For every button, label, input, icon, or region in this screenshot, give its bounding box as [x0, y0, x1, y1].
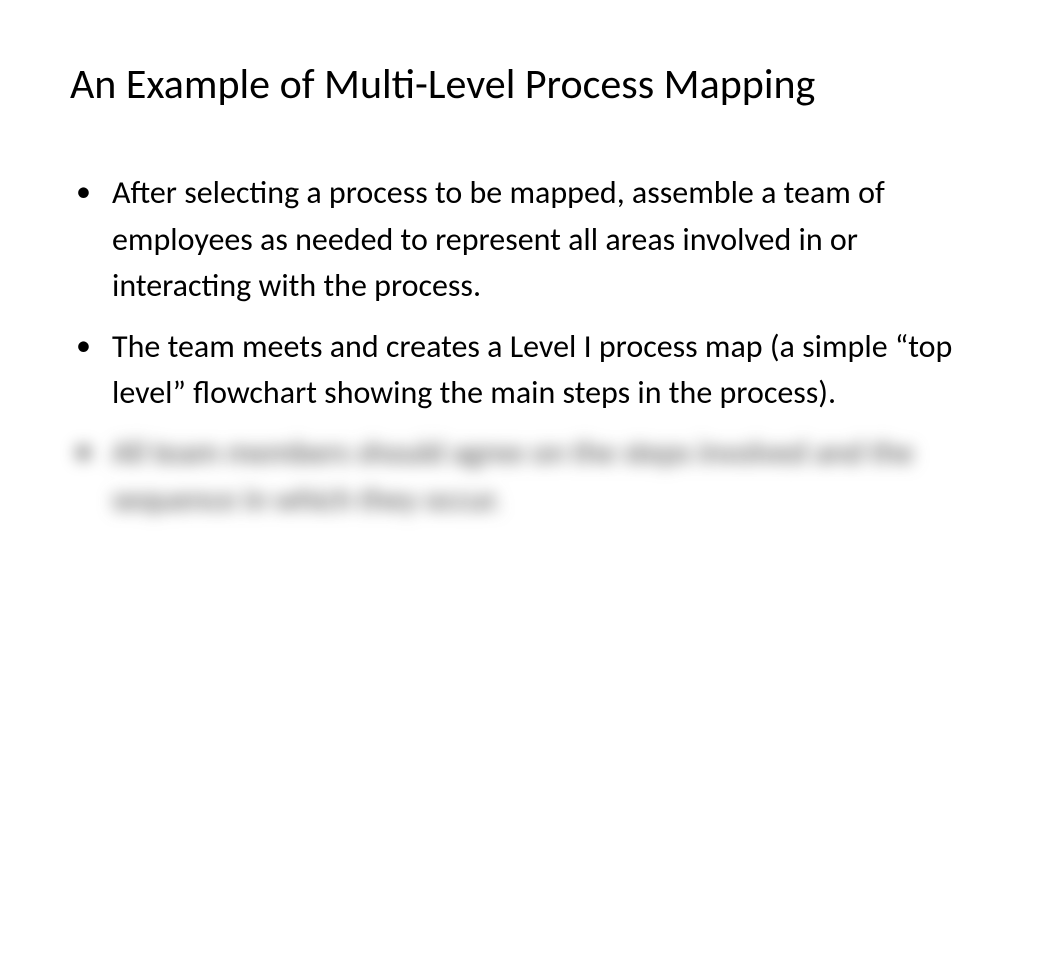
- slide-title: An Example of Multi-Level Process Mappin…: [70, 60, 992, 110]
- bullet-item-blurred: All team members should agree on the ste…: [70, 430, 992, 523]
- bullet-item: The team meets and creates a Level I pro…: [70, 324, 992, 417]
- bullet-list: After selecting a process to be mapped, …: [70, 170, 992, 523]
- bullet-item: After selecting a process to be mapped, …: [70, 170, 992, 309]
